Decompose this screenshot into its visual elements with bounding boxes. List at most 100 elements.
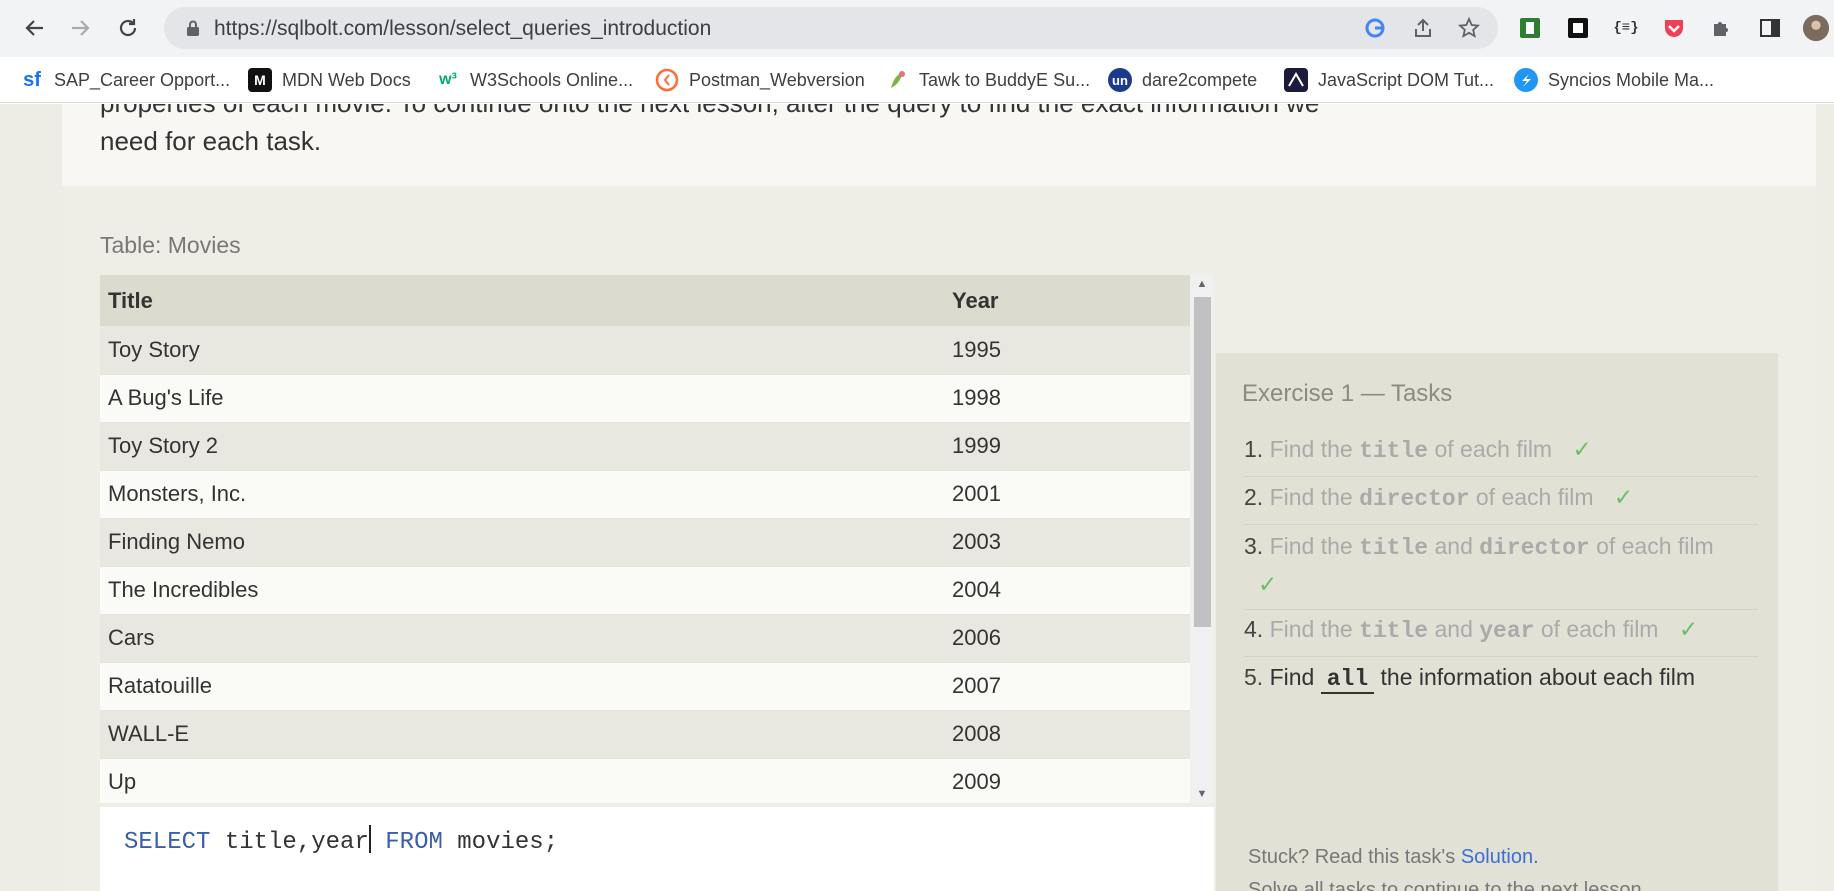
tasks-title: Exercise 1 — Tasks (1242, 380, 1453, 407)
task-number: 4. (1244, 616, 1264, 642)
tawk-icon (885, 68, 909, 92)
bookmark-w3schools[interactable]: w³ W3Schools Online... (436, 67, 633, 93)
bookmark-label: SAP_Career Opport... (54, 69, 231, 90)
exercise-panel: Table: Movies Title Year Toy Story 1995 A… (62, 186, 1816, 891)
table-header-row: Title Year (100, 275, 1190, 326)
table-scrollbar[interactable]: ▲ ▼ (1190, 275, 1214, 803)
bookmarks-bar: sf SAP_Career Opport... M MDN Web Docs w… (0, 57, 1834, 103)
cell-title: Cars (100, 614, 944, 663)
task-keyword: title (1359, 438, 1429, 464)
task-keyword: title (1359, 618, 1429, 644)
cell-year: 1998 (944, 374, 1190, 423)
cell-year: 2006 (944, 614, 1190, 663)
cell-year: 2001 (944, 470, 1190, 519)
js-tutorial-icon (1284, 68, 1308, 92)
cell-title: Monsters, Inc. (100, 470, 944, 519)
cell-title: WALL-E (100, 710, 944, 759)
bookmark-sap[interactable]: sf SAP_Career Opport... (20, 67, 230, 93)
cell-year: 1995 (944, 326, 1190, 375)
task-keyword: title (1359, 535, 1429, 561)
lock-icon[interactable] (186, 20, 200, 36)
json-braces-icon[interactable]: {≡} (1612, 14, 1640, 42)
sql-keyword-select: SELECT (124, 829, 211, 856)
sql-query-editor[interactable]: SELECT title,year FROM movies; (100, 807, 1214, 891)
forward-arrow-icon[interactable] (63, 10, 99, 46)
extension-green-icon[interactable] (1516, 14, 1544, 42)
bookmark-star-icon[interactable] (1456, 15, 1482, 41)
cell-title: Finding Nemo (100, 518, 944, 567)
bookmark-mdn[interactable]: M MDN Web Docs (248, 67, 411, 93)
browser-toolbar: https://sqlbolt.com/lesson/select_querie… (0, 0, 1834, 57)
bookmark-label: Syncios Mobile Ma... (1548, 69, 1715, 90)
cell-title: Ratatouille (100, 662, 944, 711)
cell-title: A Bug's Life (100, 374, 944, 423)
task-text: Find the (1269, 533, 1360, 559)
unstop-icon: un (1108, 68, 1132, 92)
task-text: Find (1269, 664, 1321, 690)
stuck-text: Stuck? Read this task's (1248, 846, 1461, 868)
scroll-thumb[interactable] (1194, 297, 1211, 627)
bookmark-postman[interactable]: Postman_Webversion (655, 67, 865, 93)
table-row: Monsters, Inc. 2001 (100, 470, 1190, 519)
cell-year: 2003 (944, 518, 1190, 567)
pocket-icon[interactable] (1660, 14, 1688, 42)
task-text: the information about each film (1380, 664, 1696, 690)
reload-icon[interactable] (110, 10, 146, 46)
checkmark-icon: ✓ (1258, 571, 1278, 597)
bookmark-label: dare2compete (1142, 69, 1258, 90)
header-year: Year (944, 275, 1190, 326)
task-text: and (1434, 533, 1480, 559)
table-row: The Incredibles 2004 (100, 566, 1190, 615)
address-bar[interactable]: https://sqlbolt.com/lesson/select_querie… (164, 7, 1498, 49)
google-icon[interactable] (1362, 15, 1388, 41)
cell-year: 2008 (944, 710, 1190, 759)
scroll-up-arrow-icon[interactable]: ▲ (1190, 275, 1214, 293)
sql-columns: title,year (210, 829, 369, 856)
bookmark-dare2compete[interactable]: un dare2compete (1108, 67, 1257, 93)
cell-year: 2009 (944, 758, 1190, 803)
results-table: Title Year Toy Story 1995 A Bug's Life 199… (100, 275, 1190, 803)
intro-line: need for each task. (100, 126, 322, 156)
task-item: 4. Find the title and year of each film … (1244, 611, 1758, 657)
url-text[interactable]: https://sqlbolt.com/lesson/select_querie… (214, 17, 711, 41)
bookmark-label: W3Schools Online... (470, 69, 634, 90)
solution-link[interactable]: Solution. (1461, 846, 1539, 868)
w3schools-icon: w³ (439, 71, 457, 88)
solve-hint: Solve all tasks to continue to the next … (1248, 879, 1648, 891)
profile-avatar-icon[interactable] (1802, 14, 1830, 42)
intro-text: properties of each movie. To continue on… (100, 104, 1400, 160)
text-cursor (368, 825, 371, 853)
scroll-down-arrow-icon[interactable]: ▼ (1190, 785, 1214, 803)
task-text: Find the (1269, 436, 1360, 462)
bookmark-tawk[interactable]: Tawk to BuddyE Su... (885, 67, 1090, 93)
tasks-panel: Exercise 1 — Tasks 1. Find the title of … (1216, 353, 1778, 891)
task-number: 5. (1244, 664, 1264, 690)
back-arrow-icon[interactable] (16, 10, 52, 46)
task-text: Find the (1269, 616, 1360, 642)
task-item: 3. Find the title and director of each f… (1244, 528, 1758, 610)
sql-table-name: movies; (442, 829, 559, 856)
extension-square-icon[interactable] (1564, 14, 1592, 42)
page-content: properties of each movie. To continue on… (0, 104, 1834, 891)
sql-code[interactable]: SELECT title,year FROM movies; (124, 825, 558, 856)
task-keyword: all (1320, 666, 1375, 694)
task-number: 3. (1244, 533, 1264, 559)
results-table-container: Title Year Toy Story 1995 A Bug's Life 199… (100, 275, 1190, 803)
table-row: Up 2009 (100, 758, 1190, 803)
side-panel-icon[interactable] (1756, 14, 1784, 42)
share-icon[interactable] (1410, 15, 1436, 41)
bookmark-label: JavaScript DOM Tut... (1318, 69, 1495, 90)
cell-year: 1999 (944, 422, 1190, 471)
task-item: 2. Find the director of each film ✓ (1244, 479, 1758, 525)
task-item-active: 5. Find all the information about each f… (1244, 659, 1758, 705)
bookmark-syncios[interactable]: Syncios Mobile Ma... (1514, 67, 1714, 93)
bookmark-label: MDN Web Docs (282, 69, 411, 90)
postman-icon (655, 68, 679, 92)
lesson-intro: properties of each movie. To continue on… (62, 104, 1816, 186)
table-row: Cars 2006 (100, 614, 1190, 663)
cell-title: Toy Story (100, 326, 944, 375)
bookmark-javascript-dom[interactable]: JavaScript DOM Tut... (1284, 67, 1494, 93)
sf-icon: sf (23, 68, 41, 91)
extensions-puzzle-icon[interactable] (1708, 14, 1736, 42)
task-keyword: director (1479, 535, 1590, 561)
